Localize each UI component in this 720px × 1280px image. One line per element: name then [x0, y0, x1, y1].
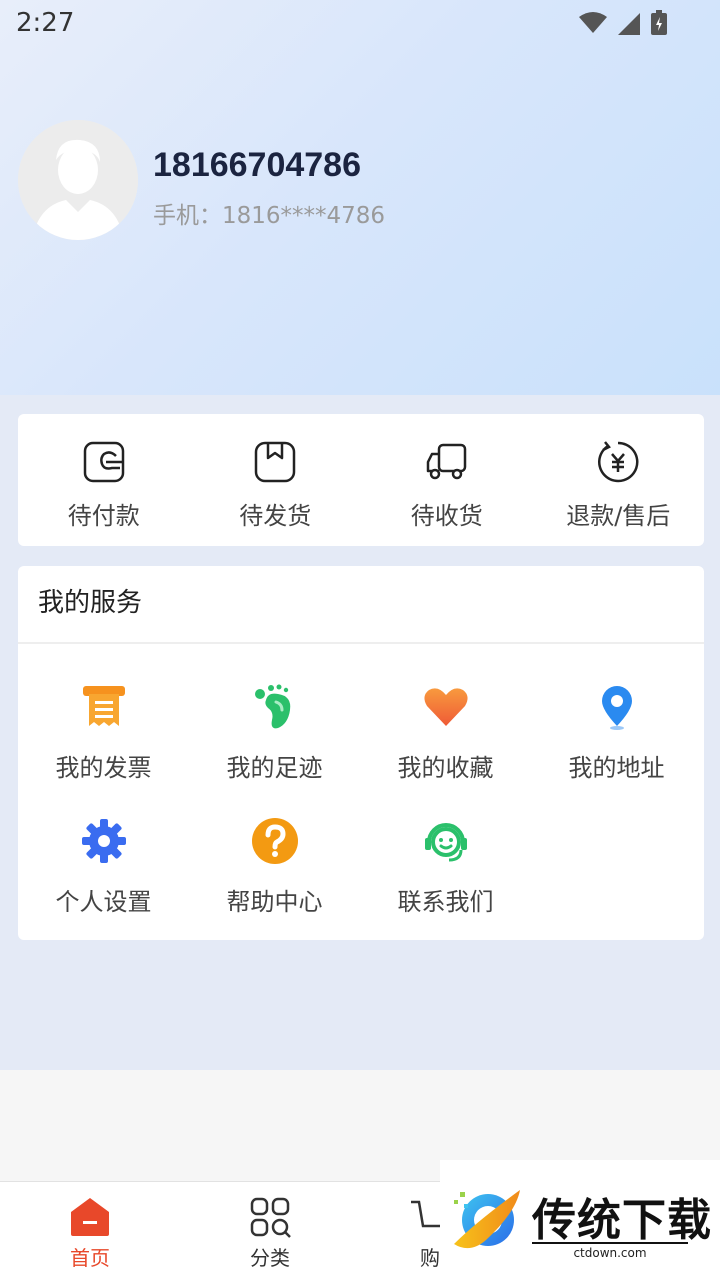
order-label: 退款/售后	[566, 502, 671, 530]
watermark-title: 传统下载	[532, 1195, 712, 1246]
tab-home[interactable]: 首页	[0, 1182, 180, 1280]
service-favorites[interactable]: 我的收藏	[360, 682, 531, 802]
order-label: 待付款	[67, 502, 140, 530]
order-pending-shipment[interactable]: 待发货	[190, 414, 362, 546]
truck-icon	[426, 443, 466, 480]
service-invoice[interactable]: 我的发票	[18, 682, 189, 802]
wallet-icon	[83, 441, 124, 483]
service-label: 联系我们	[397, 888, 494, 916]
watermark: 传统下载 ctdown.com	[440, 1160, 720, 1280]
service-footprint[interactable]: 我的足迹	[189, 682, 360, 802]
refund-icon	[598, 441, 639, 483]
status-time: 2:27	[16, 8, 75, 38]
watermark-domain: ctdown.com	[532, 1242, 688, 1260]
category-icon	[250, 1197, 291, 1238]
gear-icon	[81, 819, 126, 863]
my-services-card: 我的服务 我的发票 我的足迹 我的收藏 我的地址 个人设置 帮助中心 联系我们	[18, 566, 704, 940]
order-label: 待收货	[410, 502, 483, 530]
heart-icon	[423, 688, 468, 726]
service-label: 我的发票	[55, 754, 152, 782]
package-icon	[255, 441, 296, 483]
tab-category[interactable]: 分类	[180, 1182, 360, 1280]
wifi-icon	[579, 12, 607, 33]
order-refund[interactable]: 退款/售后	[533, 414, 705, 546]
footprint-icon	[254, 684, 290, 729]
invoice-icon	[82, 686, 125, 726]
signal-icon	[618, 13, 640, 35]
status-icons	[578, 10, 668, 36]
location-icon	[601, 686, 632, 730]
battery-icon	[651, 10, 667, 35]
tab-label: 首页	[70, 1246, 110, 1270]
username: 18166704786	[153, 146, 362, 184]
status-bar: 2:27	[0, 0, 720, 50]
tab-label: 分类	[250, 1246, 290, 1270]
help-icon	[251, 818, 298, 864]
order-pending-payment[interactable]: 待付款	[18, 414, 190, 546]
tab-label: 购	[420, 1246, 440, 1270]
service-label: 我的地址	[568, 754, 665, 782]
service-help[interactable]: 帮助中心	[189, 816, 360, 936]
phone-number: 手机：1816****4786	[153, 203, 386, 229]
watermark-logo-icon	[454, 1190, 520, 1249]
order-pending-receipt[interactable]: 待收货	[361, 414, 533, 546]
service-contact[interactable]: 联系我们	[360, 816, 531, 936]
user-profile[interactable]: 18166704786 手机：1816****4786	[18, 120, 698, 240]
customer-service-icon	[424, 823, 467, 862]
avatar[interactable]	[18, 120, 138, 240]
service-label: 我的收藏	[397, 754, 494, 782]
service-label: 个人设置	[55, 888, 152, 916]
services-title: 我的服务	[18, 566, 704, 644]
service-address[interactable]: 我的地址	[531, 682, 702, 802]
order-status-card: 待付款 待发货 待收货 退款/售后	[18, 414, 704, 546]
service-label: 我的足迹	[226, 754, 323, 782]
service-settings[interactable]: 个人设置	[18, 816, 189, 936]
default-avatar-icon	[18, 120, 138, 240]
service-label: 帮助中心	[226, 888, 323, 916]
order-label: 待发货	[239, 502, 312, 530]
home-icon	[71, 1198, 109, 1236]
